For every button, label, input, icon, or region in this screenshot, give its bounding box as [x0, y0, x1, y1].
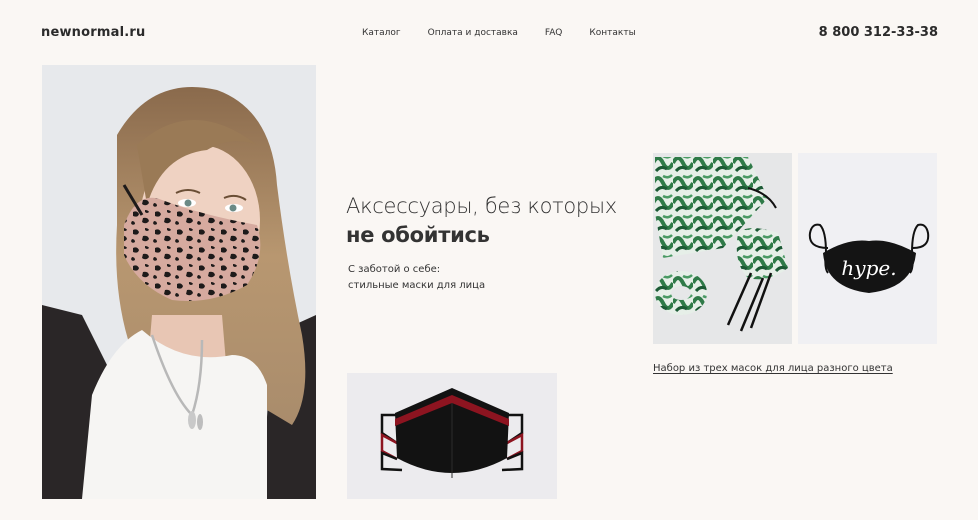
striped-mask-image	[347, 373, 557, 499]
nav-link-faq[interactable]: FAQ	[545, 28, 562, 38]
woman-leopard-mask-image	[42, 65, 316, 499]
hero-headline: Аксессуары, без которых не обойтись	[346, 192, 617, 250]
product-striped-mask[interactable]	[347, 373, 557, 499]
subtitle-line-2: стильные маски для лица	[348, 280, 486, 291]
phone-number[interactable]: 8 800 312-33-38	[819, 25, 938, 40]
nav-link-catalog[interactable]: Каталог	[362, 28, 401, 38]
product-hype-mask[interactable]: hype.	[798, 153, 937, 344]
hype-logo-text: hype.	[841, 256, 896, 280]
hype-mask-image: hype.	[798, 153, 937, 344]
nav-link-payment-delivery[interactable]: Оплата и доставка	[428, 28, 518, 38]
main-nav: Каталог Оплата и доставка FAQ Контакты	[362, 28, 663, 38]
hero-subtitle: С заботой о себе: стильные маски для лиц…	[348, 262, 485, 294]
leaf-print-set-image	[653, 153, 792, 344]
hero-model-photo	[42, 65, 316, 499]
headline-line-1: Аксессуары, без которых	[346, 194, 617, 218]
nav-link-contacts[interactable]: Контакты	[589, 28, 635, 38]
three-mask-set-link[interactable]: Набор из трех масок для лица разного цве…	[653, 363, 893, 374]
headline-line-2: не обойтись	[346, 223, 490, 247]
site-logo[interactable]: newnormal.ru	[41, 25, 145, 40]
product-leaf-set[interactable]	[653, 153, 792, 344]
subtitle-line-1: С заботой о себе:	[348, 264, 441, 275]
